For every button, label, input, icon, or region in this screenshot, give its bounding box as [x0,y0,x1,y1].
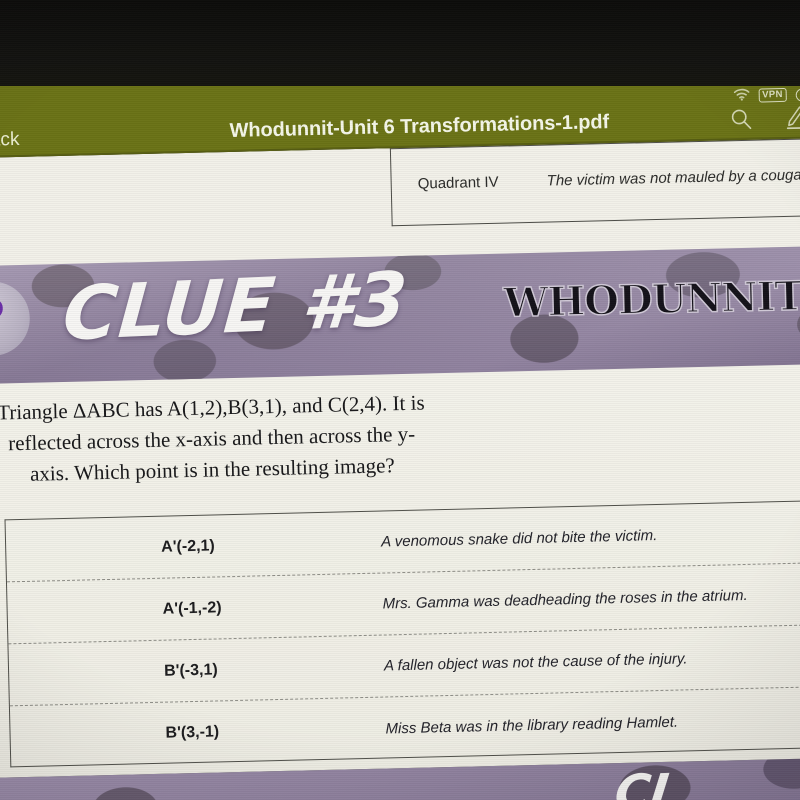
answer-clue: A venomous snake did not bite the victim… [380,527,658,551]
wifi-icon [733,88,749,104]
question-text: Triangle ΔABC has A(1,2),B(3,1), and C(2… [0,390,425,486]
document-title: Whodunnit-Unit 6 Transformations-1.pdf [229,111,610,142]
answer-point: A'(-2,1) [160,536,215,556]
vpn-badge: VPN [758,87,787,103]
bottom-scribble-text: CL [611,763,685,800]
device-screenshot: VPN 8 ack Whodunnit-Unit 6 Transformatio… [0,0,800,800]
search-icon[interactable] [729,107,754,137]
clue-banner: ? CLUE #3 WHODUNNIT [0,244,800,385]
whodunnit-brand: WHODUNNIT [502,272,800,328]
quadrant-label: Quadrant IV [417,173,499,193]
alarm-icon [795,87,800,102]
pencil-icon[interactable] [783,104,800,136]
question-mark-icon: ? [0,280,31,357]
header-actions [729,104,800,137]
answer-clue: Mrs. Gamma was deadheading the roses in … [382,586,748,613]
system-status-bar: VPN 8 [733,86,800,104]
quadrant-answer-box: Quadrant IV The victim was not mauled by… [389,135,800,227]
answer-point: A'(-1,-2) [162,598,222,618]
clue-title: CLUE #3 [59,256,411,358]
tilted-screen-plane: VPN 8 ack Whodunnit-Unit 6 Transformatio… [0,0,800,800]
device-bezel-top [0,0,800,86]
answer-point: B'(3,-1) [165,723,220,742]
back-button[interactable]: ack [0,129,20,152]
question-mark-glyph: ? [0,286,7,347]
answer-clue: A fallen object was not the cause of the… [383,650,688,675]
answer-clue: Miss Beta was in the library reading Ham… [385,713,679,737]
answer-table: A'(-2,1) A venomous snake did not bite t… [4,498,800,768]
answer-point: B'(-3,1) [163,660,218,680]
quadrant-clue-text: The victim was not mauled by a cougar. [546,166,800,190]
